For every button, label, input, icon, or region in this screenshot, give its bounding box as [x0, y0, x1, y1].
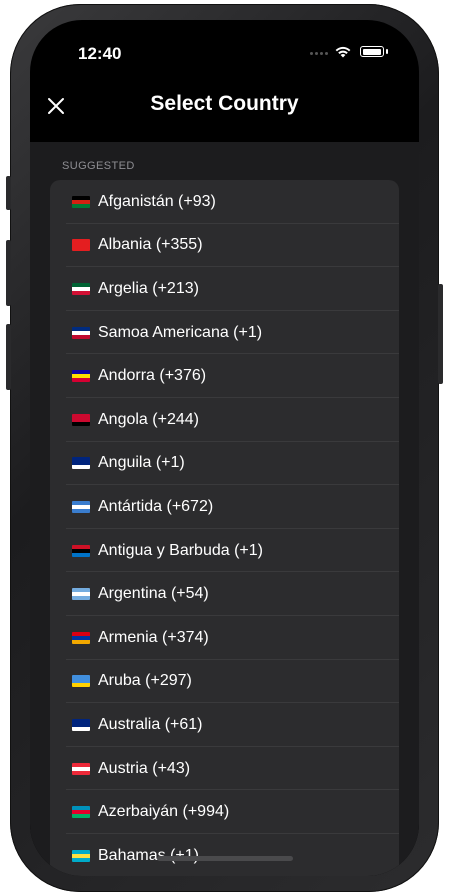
flag-icon [72, 282, 90, 295]
country-label: Samoa Americana (+1) [98, 323, 263, 341]
country-list[interactable]: Afganistán (+93) Albania (+355) Argelia (+… [50, 180, 399, 876]
flag-icon [72, 849, 90, 862]
modal-header: Select Country [30, 80, 419, 142]
country-label: Azerbaiyán (+994) [98, 803, 230, 821]
flag-icon [72, 195, 90, 208]
battery-icon [360, 46, 384, 57]
battery-cap [386, 49, 388, 54]
country-row[interactable]: Australia (+61) [50, 703, 399, 747]
country-row[interactable]: Angola (+244) [50, 398, 399, 442]
country-row[interactable]: Bahamas (+1) [50, 834, 399, 876]
country-label: Angola (+244) [98, 410, 199, 428]
flag-icon [72, 370, 90, 383]
flag-icon [72, 239, 90, 252]
flag-icon [72, 631, 90, 644]
wifi-icon [335, 46, 351, 58]
country-label: Albania (+355) [98, 236, 203, 254]
flag-icon [72, 675, 90, 688]
country-label: Argelia (+213) [98, 279, 199, 297]
section-header: SUGGESTED [62, 160, 135, 172]
country-label: Antigua y Barbuda (+1) [98, 541, 263, 559]
volume-down-button [6, 324, 11, 390]
dynamic-island [165, 38, 287, 74]
flag-icon [72, 588, 90, 601]
flag-icon [72, 413, 90, 426]
country-sheet: SUGGESTED Afganistán (+93) Albania (+355)… [30, 142, 419, 876]
country-label: Armenia (+374) [98, 628, 209, 646]
flag-icon [72, 500, 90, 513]
home-indicator[interactable] [157, 856, 293, 861]
status-time: 12:40 [78, 44, 122, 63]
screen: 12:40 Select Country SUGGESTED Afganistá… [30, 20, 419, 876]
flag-icon [72, 762, 90, 775]
country-label: Aruba (+297) [98, 672, 192, 690]
country-label: Australia (+61) [98, 715, 203, 733]
country-row[interactable]: Andorra (+376) [50, 354, 399, 398]
volume-up-button [6, 240, 11, 306]
country-row[interactable]: Albania (+355) [50, 224, 399, 268]
country-label: Argentina (+54) [98, 585, 209, 603]
action-button [6, 176, 11, 210]
country-row[interactable]: Argentina (+54) [50, 572, 399, 616]
country-row[interactable]: Austria (+43) [50, 747, 399, 791]
country-row[interactable]: Anguila (+1) [50, 442, 399, 486]
country-row[interactable]: Azerbaiyán (+994) [50, 790, 399, 834]
country-label: Afganistán (+93) [98, 192, 216, 210]
country-row[interactable]: Aruba (+297) [50, 660, 399, 704]
power-button [438, 284, 443, 384]
country-row[interactable]: Argelia (+213) [50, 267, 399, 311]
country-row[interactable]: Samoa Americana (+1) [50, 311, 399, 355]
flag-icon [72, 326, 90, 339]
country-row[interactable]: Armenia (+374) [50, 616, 399, 660]
flag-icon [72, 544, 90, 557]
status-bar: 12:40 [30, 20, 419, 80]
country-row[interactable]: Antigua y Barbuda (+1) [50, 529, 399, 573]
country-row[interactable]: Antártida (+672) [50, 485, 399, 529]
flag-icon [72, 457, 90, 470]
flag-icon [72, 718, 90, 731]
signal-icon [310, 52, 328, 55]
country-label: Austria (+43) [98, 759, 191, 777]
page-title: Select Country [150, 92, 299, 115]
country-label: Anguila (+1) [98, 454, 185, 472]
country-row[interactable]: Afganistán (+93) [50, 180, 399, 224]
country-label: Antártida (+672) [98, 497, 214, 515]
country-label: Andorra (+376) [98, 367, 207, 385]
flag-icon [72, 806, 90, 819]
